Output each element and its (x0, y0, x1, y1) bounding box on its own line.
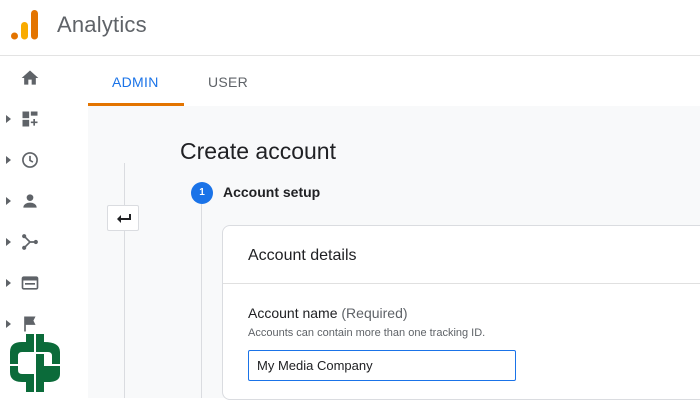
account-name-label-text: Account name (248, 305, 338, 321)
expand-caret-icon[interactable] (6, 197, 11, 205)
share-nodes-icon (22, 234, 38, 250)
watermark-logo-icon (10, 334, 60, 392)
expand-caret-icon[interactable] (6, 279, 11, 287)
home-icon (21, 70, 39, 85)
clock-icon (22, 152, 38, 168)
expand-caret-icon[interactable] (6, 115, 11, 123)
active-tab-indicator (88, 103, 184, 106)
expand-caret-icon[interactable] (6, 238, 11, 246)
analytics-logo-icon[interactable] (10, 9, 40, 41)
step-number-badge: 1 (191, 182, 213, 204)
tab-bar: ADMIN USER (88, 57, 700, 106)
page-title: Create account (180, 138, 336, 164)
required-indicator: (Required) (341, 305, 408, 321)
account-name-help-text: Accounts can contain more than one track… (248, 327, 486, 339)
account-name-label: Account name (Required) (248, 305, 408, 321)
app-title: Analytics (57, 12, 147, 37)
card-header: Account details (223, 226, 700, 284)
sidebar-item-home[interactable] (0, 63, 62, 93)
left-guide-line (124, 163, 125, 398)
tab-admin[interactable]: ADMIN (112, 74, 159, 90)
card-title: Account details (248, 247, 357, 264)
tab-user[interactable]: USER (208, 74, 248, 90)
stepper-connector-line (201, 204, 202, 398)
dashboard-add-icon (22, 111, 38, 127)
step-label: Account setup (223, 184, 321, 200)
back-arrow-icon (117, 214, 131, 223)
expand-caret-icon[interactable] (6, 156, 11, 164)
browser-window-icon (21, 276, 39, 290)
sidebar-item-behavior[interactable] (0, 268, 62, 298)
sidebar-item-customization[interactable] (0, 104, 62, 134)
top-app-bar: Analytics (0, 0, 700, 56)
back-button[interactable] (107, 205, 139, 231)
expand-caret-icon[interactable] (6, 320, 11, 328)
account-name-input[interactable] (248, 350, 516, 381)
sidebar-item-acquisition[interactable] (0, 227, 62, 257)
sidebar-item-realtime[interactable] (0, 145, 62, 175)
sidebar-item-audience[interactable] (0, 186, 62, 216)
account-details-card: Account details Account name (Required) … (222, 225, 700, 400)
person-icon (23, 194, 37, 208)
